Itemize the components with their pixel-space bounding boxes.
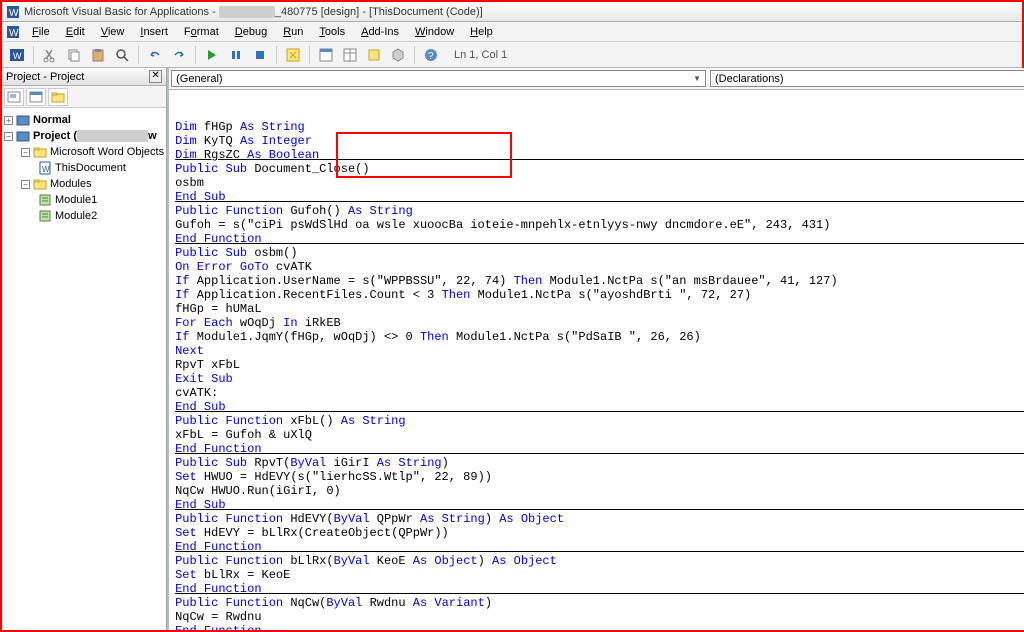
procedure-dropdown[interactable]: (Declarations)▼ xyxy=(710,70,1024,87)
design-mode-icon[interactable] xyxy=(282,44,304,66)
reset-icon[interactable] xyxy=(249,44,271,66)
chevron-down-icon: ▼ xyxy=(693,74,701,83)
menubar: W File Edit View Insert Format Debug Run… xyxy=(2,22,1022,42)
app-menu-icon[interactable]: W xyxy=(6,25,20,39)
project-panel-toolbar xyxy=(2,86,166,108)
svg-text:W: W xyxy=(42,165,50,174)
menu-tools[interactable]: Tools xyxy=(311,24,353,40)
run-icon[interactable] xyxy=(201,44,223,66)
svg-text:W: W xyxy=(13,51,22,61)
toggle-folders-icon[interactable] xyxy=(48,88,68,106)
menu-insert[interactable]: Insert xyxy=(132,24,176,40)
menu-help[interactable]: Help xyxy=(462,24,501,40)
menu-debug[interactable]: Debug xyxy=(227,24,275,40)
project-panel-title: Project - Project ✕ xyxy=(2,68,166,86)
project-explorer: Project - Project ✕ +Normal −Project ( w… xyxy=(2,68,167,630)
menu-file[interactable]: File xyxy=(24,24,58,40)
tree-modules[interactable]: −Modules xyxy=(4,176,164,192)
toolbox-icon[interactable] xyxy=(387,44,409,66)
close-panel-icon[interactable]: ✕ xyxy=(149,70,162,83)
menu-view[interactable]: View xyxy=(93,24,133,40)
svg-text:?: ? xyxy=(428,51,434,62)
project-explorer-icon[interactable] xyxy=(315,44,337,66)
undo-icon[interactable] xyxy=(144,44,166,66)
find-icon[interactable] xyxy=(111,44,133,66)
tree-module2[interactable]: Module2 xyxy=(4,208,164,224)
code-editor[interactable]: Dim fHGp As String Dim KyTQ As Integer D… xyxy=(169,90,1024,630)
break-icon[interactable] xyxy=(225,44,247,66)
app-icon: W xyxy=(6,5,20,19)
menu-addins[interactable]: Add-Ins xyxy=(353,24,407,40)
tree-module1[interactable]: Module1 xyxy=(4,192,164,208)
toolbar: W ? Ln 1, Col 1 xyxy=(2,42,1022,68)
menu-window[interactable]: Window xyxy=(407,24,462,40)
titlebar: W Microsoft Visual Basic for Application… xyxy=(2,2,1022,22)
menu-edit[interactable]: Edit xyxy=(58,24,93,40)
view-word-icon[interactable]: W xyxy=(6,44,28,66)
menu-run[interactable]: Run xyxy=(275,24,311,40)
object-dropdown[interactable]: (General)▼ xyxy=(171,70,706,87)
cursor-position: Ln 1, Col 1 xyxy=(454,49,507,61)
menu-format[interactable]: Format xyxy=(176,24,227,40)
tree-project[interactable]: −Project ( w xyxy=(4,128,164,144)
view-object-icon[interactable] xyxy=(26,88,46,106)
object-browser-icon[interactable] xyxy=(363,44,385,66)
tree-thisdocument[interactable]: WThisDocument xyxy=(4,160,164,176)
cut-icon[interactable] xyxy=(39,44,61,66)
properties-icon[interactable] xyxy=(339,44,361,66)
code-editor-area: (General)▼ (Declarations)▼ Dim fHGp As S… xyxy=(169,68,1024,630)
project-tree[interactable]: +Normal −Project ( w −Microsoft Word Obj… xyxy=(2,108,166,630)
help-icon[interactable]: ? xyxy=(420,44,442,66)
tree-normal[interactable]: +Normal xyxy=(4,112,164,128)
svg-text:W: W xyxy=(9,8,19,19)
redo-icon[interactable] xyxy=(168,44,190,66)
paste-icon[interactable] xyxy=(87,44,109,66)
svg-text:W: W xyxy=(9,28,19,39)
copy-icon[interactable] xyxy=(63,44,85,66)
tree-word-objects[interactable]: −Microsoft Word Objects xyxy=(4,144,164,160)
window-title: Microsoft Visual Basic for Applications … xyxy=(24,6,483,18)
view-code-icon[interactable] xyxy=(4,88,24,106)
